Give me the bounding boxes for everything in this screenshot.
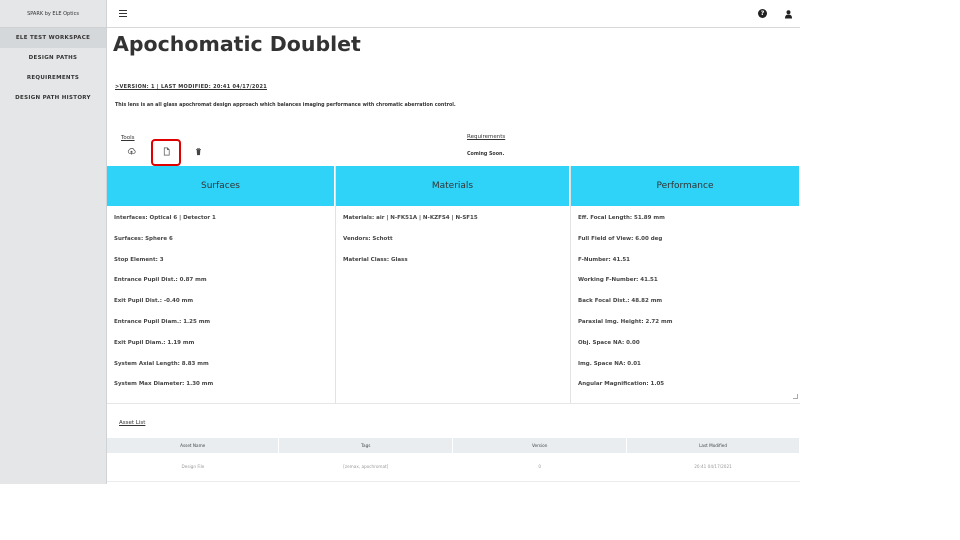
performance-row: Paraxial Img. Height: 2.72 mm <box>578 318 673 325</box>
trash-icon[interactable] <box>194 147 203 156</box>
brand-logo[interactable]: SPARK by ELE Optics <box>0 0 106 28</box>
upload-icon[interactable] <box>127 147 136 156</box>
surfaces-row: Entrance Pupil Diam.: 1.25 mm <box>114 318 211 325</box>
requirements-label[interactable]: Requirements <box>467 134 505 140</box>
asset-table: Asset Name Tags Version Last Modified De… <box>107 438 800 482</box>
asset-modified-cell: 20:41 04/17/2021 <box>626 453 800 482</box>
divider <box>107 403 800 404</box>
app-window: SPARK by ELE Optics ELE TEST WORKSPACE D… <box>0 0 800 484</box>
surfaces-row: Surfaces: Sphere 6 <box>114 235 173 242</box>
user-icon[interactable] <box>784 9 793 19</box>
asset-version-cell: 0 <box>452 453 627 482</box>
asset-list-label[interactable]: Asset List <box>119 420 145 426</box>
surfaces-panel: Surfaces Interfaces: Optical 6 | Detecto… <box>107 166 336 403</box>
materials-panel: Materials Materials: air | N-FK51A | N-K… <box>336 166 571 403</box>
performance-row: Working F-Number: 41.51 <box>578 277 658 284</box>
version-link[interactable]: >VERSION: 1 | LAST MODIFIED: 20:41 04/17… <box>115 84 267 90</box>
design-description: This lens is an all glass apochromat des… <box>115 103 456 108</box>
materials-row: Vendors: Schott <box>343 235 393 242</box>
performance-panel-title: Performance <box>571 166 800 206</box>
column-header-asset-name[interactable]: Asset Name <box>107 438 280 453</box>
performance-row: Eff. Focal Length: 51.89 mm <box>578 215 665 221</box>
summary-panels: Surfaces Interfaces: Optical 6 | Detecto… <box>107 166 800 403</box>
asset-tags-cell: [zemax, apochromat] <box>278 453 453 482</box>
page-title: Apochomatic Doublet <box>113 32 361 56</box>
column-header-version[interactable]: Version <box>452 438 628 453</box>
performance-row: Back Focal Dist.: 48.82 mm <box>578 298 663 305</box>
performance-panel: Performance Eff. Focal Length: 51.89 mm … <box>571 166 800 403</box>
main-content: Apochomatic Doublet >VERSION: 1 | LAST M… <box>107 28 800 484</box>
materials-row: Materials: air | N-FK51A | N-KZFS4 | N-S… <box>343 215 478 221</box>
surfaces-row: System Max Diameter: 1.30 mm <box>114 381 214 388</box>
resize-handle[interactable] <box>793 394 798 399</box>
sidebar-item-design-paths[interactable]: DESIGN PATHS <box>0 48 106 68</box>
requirements-value: Coming Soon. <box>467 152 505 157</box>
performance-row: Img. Space NA: 0.01 <box>578 360 641 367</box>
table-header-row: Asset Name Tags Version Last Modified <box>107 438 800 453</box>
sidebar-item-requirements[interactable]: REQUIREMENTS <box>0 68 106 88</box>
sidebar-item-design-path-history[interactable]: DESIGN PATH HISTORY <box>0 88 106 108</box>
top-bar: ? <box>107 0 800 28</box>
hamburger-menu-icon[interactable] <box>119 10 127 18</box>
surfaces-row: System Axial Length: 8.83 mm <box>114 360 209 367</box>
materials-row: Material Class: Glass <box>343 256 408 263</box>
surfaces-panel-title: Surfaces <box>107 166 335 206</box>
column-header-tags[interactable]: Tags <box>278 438 454 453</box>
surfaces-row: Interfaces: Optical 6 | Detector 1 <box>114 215 216 221</box>
surfaces-row: Entrance Pupil Dist.: 0.87 mm <box>114 277 207 284</box>
file-icon[interactable] <box>162 147 171 156</box>
sidebar: SPARK by ELE Optics ELE TEST WORKSPACE D… <box>0 0 107 484</box>
surfaces-row: Exit Pupil Dist.: -0.40 mm <box>114 298 194 305</box>
performance-row: Obj. Space NA: 0.00 <box>578 339 640 346</box>
performance-row: Angular Magnification: 1.05 <box>578 381 665 388</box>
performance-row: Full Field of View: 6.00 deg <box>578 235 663 242</box>
surfaces-row: Stop Element: 3 <box>114 256 164 263</box>
surfaces-row: Exit Pupil Diam.: 1.19 mm <box>114 339 195 346</box>
materials-panel-title: Materials <box>336 166 570 206</box>
performance-row: F-Number: 41.51 <box>578 256 631 263</box>
asset-name-cell[interactable]: Design File <box>107 453 279 482</box>
tools-label[interactable]: Tools <box>121 135 135 141</box>
column-header-last-modified[interactable]: Last Modified <box>626 438 800 453</box>
table-row[interactable]: Design File [zemax, apochromat] 0 20:41 … <box>107 453 800 482</box>
sidebar-item-workspace[interactable]: ELE TEST WORKSPACE <box>0 28 106 48</box>
help-icon[interactable]: ? <box>758 9 767 18</box>
